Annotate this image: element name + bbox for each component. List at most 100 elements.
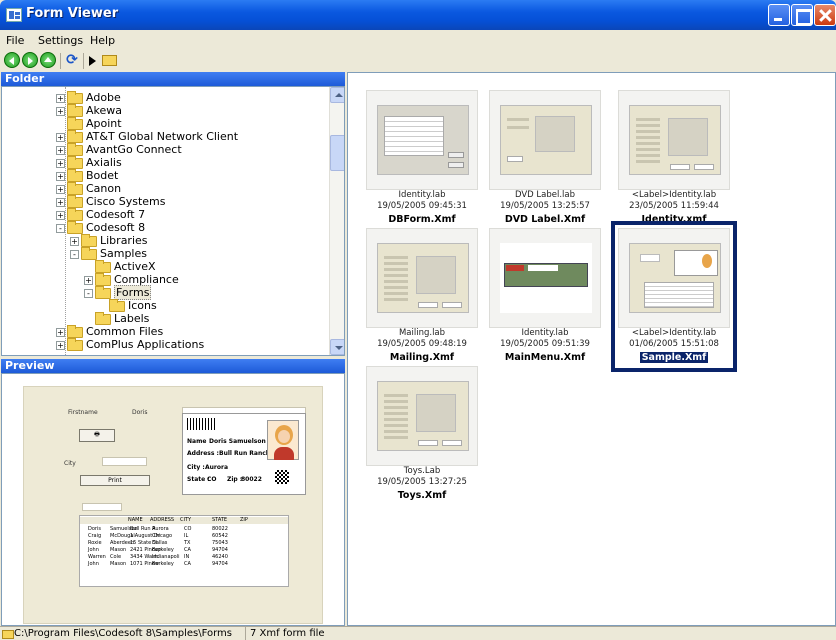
modified-date: 19/05/2005 13:27:25 bbox=[377, 477, 467, 487]
label-file-name: <Label>Identity.lab bbox=[631, 190, 717, 200]
tree-item[interactable]: - Forms bbox=[84, 285, 152, 300]
tree-item[interactable]: - Samples bbox=[70, 246, 147, 260]
grid-header-cell: CITY bbox=[180, 517, 192, 523]
tree-item[interactable]: + Canon bbox=[56, 181, 122, 195]
grid-header-cell: ADDRESS bbox=[150, 517, 175, 523]
status-path: C:\Program Files\Codesoft 8\Samples\Form… bbox=[0, 627, 246, 640]
title-bar[interactable]: Form Viewer bbox=[0, 0, 836, 30]
tree-item[interactable]: + Common Files bbox=[56, 324, 164, 338]
tree-item[interactable]: + Akewa bbox=[56, 103, 122, 117]
form-thumbnail[interactable]: DVD Label.lab 19/05/2005 13:25:57 DVD Labe… bbox=[489, 90, 601, 227]
expand-icon[interactable]: + bbox=[56, 145, 65, 155]
back-icon[interactable] bbox=[4, 52, 20, 68]
up-folder-icon[interactable] bbox=[40, 52, 56, 68]
close-button[interactable] bbox=[814, 4, 836, 26]
refresh-icon[interactable]: ⟳ bbox=[64, 52, 80, 68]
grid-cell: Chicago bbox=[152, 533, 173, 539]
card-logo-barcode bbox=[187, 418, 217, 430]
expand-icon[interactable]: + bbox=[56, 327, 65, 337]
tree-item[interactable]: + Adobe bbox=[56, 90, 121, 104]
tree-item[interactable]: + Libraries bbox=[70, 233, 148, 247]
expand-icon[interactable]: + bbox=[56, 340, 65, 350]
tree-item[interactable]: ActiveX bbox=[84, 259, 156, 273]
expand-icon[interactable]: + bbox=[56, 171, 65, 181]
form-file-name: MainMenu.Xmf bbox=[504, 352, 586, 363]
expand-icon[interactable]: + bbox=[56, 132, 65, 142]
thumbnail-frame bbox=[366, 228, 478, 328]
expand-icon[interactable]: + bbox=[56, 93, 65, 103]
tree-item[interactable]: + ComPlus Applications bbox=[56, 337, 204, 351]
expand-icon[interactable]: + bbox=[56, 184, 65, 194]
app-icon bbox=[6, 8, 22, 22]
grid-cell: 94704 bbox=[212, 561, 228, 567]
window-title: Form Viewer bbox=[26, 6, 119, 21]
modified-date: 19/05/2005 13:25:57 bbox=[500, 201, 590, 211]
folder-panel-header: Folder bbox=[1, 72, 345, 86]
tree-item-label: Forms bbox=[114, 285, 152, 300]
grid-header-cell: STATE bbox=[212, 517, 228, 523]
tree-item[interactable]: + Cisco Systems bbox=[56, 194, 166, 208]
form-thumbnail-image bbox=[377, 105, 469, 175]
maximize-button[interactable] bbox=[791, 4, 813, 26]
grid-cell: 94704 bbox=[212, 547, 228, 553]
form-thumbnail[interactable]: <Label>Identity.lab 23/05/2005 11:59:44 Id… bbox=[618, 90, 730, 227]
thumbnail-frame bbox=[489, 90, 601, 190]
grid-cell: Berkeley bbox=[152, 547, 174, 553]
card-name-value: Doris Samuelson bbox=[209, 438, 266, 445]
tree-item[interactable]: + AT&T Global Network Client bbox=[56, 129, 238, 143]
tree-scrollbar[interactable] bbox=[329, 87, 344, 355]
form-thumbnail[interactable]: <Label>Identity.lab 01/06/2005 15:51:08 Sa… bbox=[611, 221, 737, 372]
expand-icon[interactable]: + bbox=[56, 106, 65, 116]
menu-settings[interactable]: Settings bbox=[38, 34, 83, 47]
form-thumbnail-image bbox=[377, 381, 469, 451]
forms-view[interactable]: Identity.lab 19/05/2005 09:45:31 DBForm.Xm… bbox=[347, 72, 836, 626]
tree-item[interactable]: Labels bbox=[84, 311, 149, 325]
identity-card: Name Doris Samuelson Address : Bull Run … bbox=[182, 413, 306, 495]
label-file-name: Mailing.lab bbox=[398, 328, 446, 338]
expand-icon[interactable]: + bbox=[56, 210, 65, 220]
folder-tree[interactable]: + Adobe + Akewa Apoint + AT&T Global Network C… bbox=[1, 86, 345, 356]
scroll-thumb[interactable] bbox=[330, 135, 344, 171]
form-thumbnail[interactable]: Identity.lab 19/05/2005 09:51:39 MainMenu.… bbox=[489, 228, 601, 365]
minimize-button[interactable] bbox=[768, 4, 790, 26]
menu-file[interactable]: File bbox=[6, 34, 24, 47]
open-folder-icon[interactable] bbox=[102, 55, 117, 66]
grid-cell: Roxie bbox=[88, 540, 102, 546]
tree-item-label: Common Files bbox=[86, 325, 164, 338]
tree-item[interactable]: + Axialis bbox=[56, 155, 122, 169]
tree-item[interactable]: + Bodet bbox=[56, 168, 118, 182]
scroll-down-button[interactable] bbox=[330, 339, 344, 355]
grid-cell: CA bbox=[184, 547, 191, 553]
tree-item[interactable]: - Codesoft 8 bbox=[56, 220, 145, 234]
tree-item[interactable]: Icons bbox=[98, 298, 157, 312]
collapse-icon[interactable]: - bbox=[84, 288, 93, 298]
expand-icon[interactable]: + bbox=[70, 236, 79, 246]
tree-item[interactable]: + Codesoft 7 bbox=[56, 207, 145, 221]
tree-item-label: Canon bbox=[86, 182, 122, 195]
grid-cell: 60542 bbox=[212, 533, 228, 539]
form-thumbnail[interactable]: Identity.lab 19/05/2005 09:45:31 DBForm.Xm… bbox=[366, 90, 478, 227]
form-thumbnail[interactable]: Mailing.lab 19/05/2005 09:48:19 Mailing.Xm… bbox=[366, 228, 478, 365]
folder-icon bbox=[67, 116, 83, 130]
tree-item[interactable]: + AvantGo Connect bbox=[56, 142, 182, 156]
expand-icon[interactable]: + bbox=[56, 197, 65, 207]
status-file-count: 7 Xmf form file bbox=[250, 628, 325, 639]
form-file-name: Mailing.Xmf bbox=[389, 352, 455, 363]
expand-icon[interactable]: + bbox=[84, 275, 93, 285]
modified-date: 19/05/2005 09:45:31 bbox=[377, 201, 467, 211]
scroll-up-button[interactable] bbox=[330, 87, 344, 103]
collapse-icon[interactable]: - bbox=[70, 249, 79, 259]
tree-item[interactable]: Apoint bbox=[56, 116, 122, 130]
menu-help[interactable]: Help bbox=[90, 34, 115, 47]
forward-icon[interactable] bbox=[22, 52, 38, 68]
run-icon[interactable] bbox=[89, 56, 96, 66]
form-thumbnail[interactable]: Toys.Lab 19/05/2005 13:27:25 Toys.Xmf bbox=[366, 366, 478, 503]
tree-item-label: Apoint bbox=[86, 117, 122, 130]
expand-icon[interactable]: + bbox=[56, 158, 65, 168]
folder-icon bbox=[95, 259, 111, 273]
form-file-name: DVD Label.Xmf bbox=[504, 214, 586, 225]
grid-cell: TX bbox=[184, 540, 191, 546]
card-city-value: Aurora bbox=[205, 464, 229, 471]
modified-date: 19/05/2005 09:51:39 bbox=[500, 339, 590, 349]
collapse-icon[interactable]: - bbox=[56, 223, 65, 233]
